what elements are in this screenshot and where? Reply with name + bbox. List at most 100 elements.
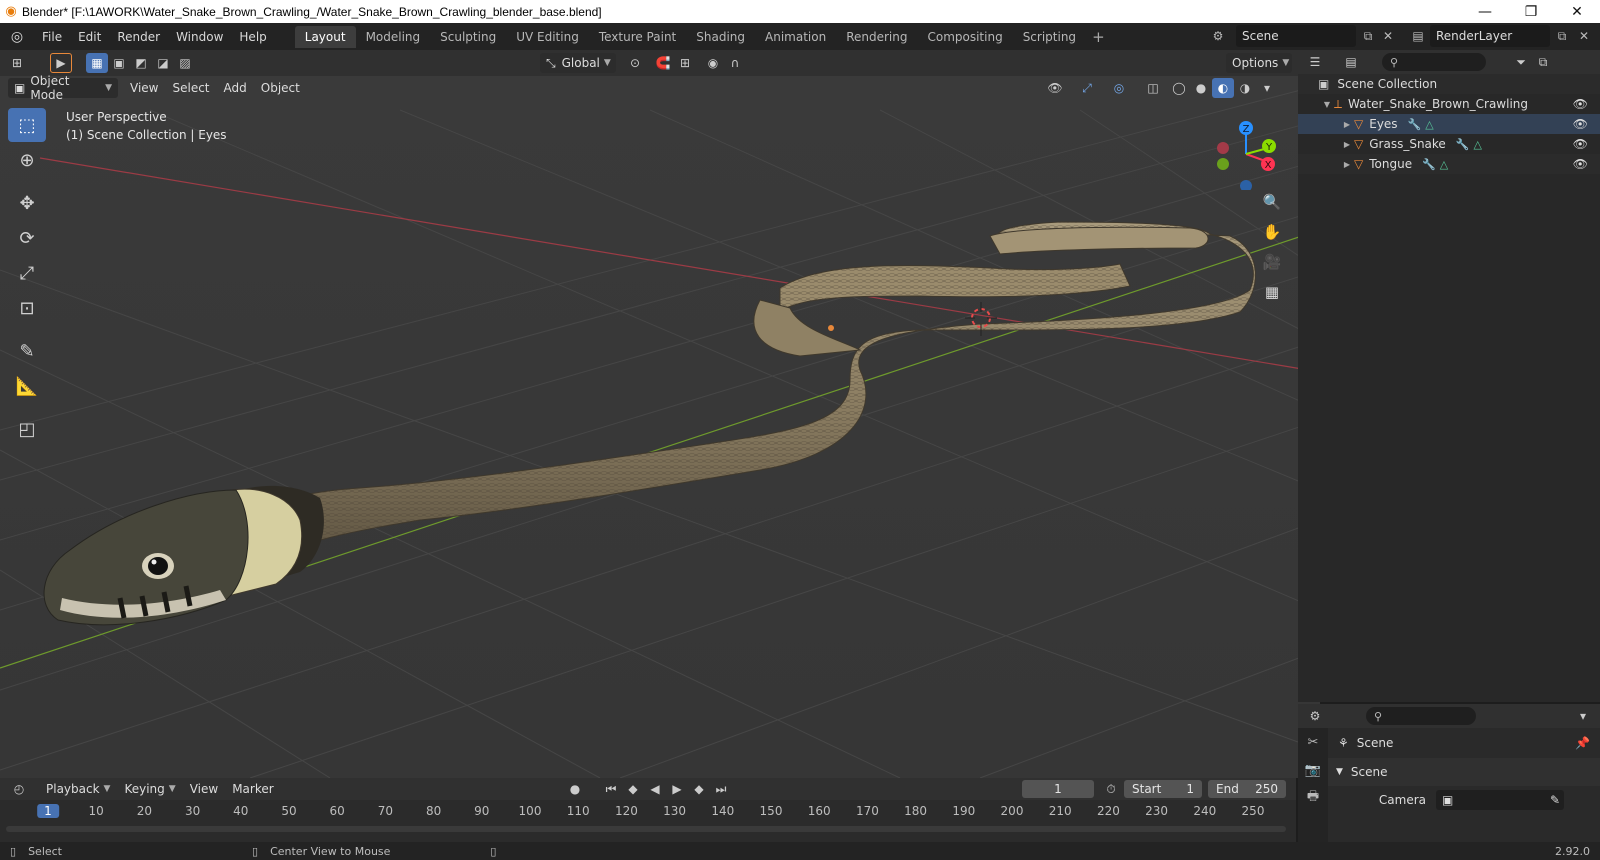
filter-icon[interactable]: ⏷	[1510, 52, 1532, 72]
eyedropper-icon[interactable]: ✎	[1550, 793, 1560, 807]
proportional-falloff-icon[interactable]: ∩	[724, 53, 746, 73]
xray-toggle-icon[interactable]: ◫	[1142, 78, 1164, 98]
menu-view[interactable]: View	[124, 78, 164, 98]
play-icon[interactable]: ▶	[666, 779, 688, 799]
end-frame-field[interactable]: End 250	[1208, 780, 1286, 798]
scale-tool-icon[interactable]: ⤢	[8, 256, 46, 290]
tab-shading[interactable]: Shading	[686, 26, 755, 48]
visibility-icon[interactable]: 👁	[1044, 78, 1066, 98]
eye-icon[interactable]: 👁	[1573, 137, 1588, 151]
select-extend-mode-icon[interactable]: ▣	[108, 53, 130, 73]
view-layer-icon[interactable]: ▤	[1408, 26, 1428, 46]
expand-triangle-icon[interactable]: ▶	[1340, 160, 1354, 169]
tab-animation[interactable]: Animation	[755, 26, 836, 48]
outliner-editor-type-icon[interactable]: ☰	[1304, 52, 1326, 72]
menu-select[interactable]: Select	[166, 78, 215, 98]
play-reverse-icon[interactable]: ◀	[644, 779, 666, 799]
transform-orientation-dropdown[interactable]: ⤡ Global ▼	[540, 53, 616, 73]
tab-sculpting[interactable]: Sculpting	[430, 26, 506, 48]
menu-keying[interactable]: Keying ▼	[118, 779, 181, 799]
maximize-button[interactable]: ❐	[1508, 0, 1554, 23]
delete-scene-icon[interactable]: ✕	[1378, 26, 1398, 46]
move-tool-icon[interactable]: ✥	[8, 186, 46, 220]
select-box-tool-icon[interactable]: ⬚	[8, 108, 46, 142]
menu-edit[interactable]: Edit	[70, 30, 109, 44]
mode-dropdown[interactable]: ▣ Object Mode ▼	[8, 74, 118, 102]
output-tab-icon[interactable]: 🖶	[1298, 784, 1328, 812]
select-invert-mode-icon[interactable]: ◪	[152, 53, 174, 73]
select-tool-icon[interactable]: ▶	[50, 53, 72, 73]
annotate-tool-icon[interactable]: ✎	[8, 334, 46, 368]
zoom-icon[interactable]: 🔍	[1258, 188, 1286, 216]
camera-field[interactable]: ▣ ✎	[1436, 790, 1564, 810]
new-scene-icon[interactable]: ⧉	[1358, 26, 1378, 46]
wireframe-shading-icon[interactable]: ◯	[1168, 78, 1190, 98]
scene-selector[interactable]: Scene	[1236, 25, 1356, 47]
scene-browse-icon[interactable]: ⚙	[1208, 26, 1228, 46]
start-frame-field[interactable]: Start 1	[1124, 780, 1202, 798]
expand-triangle-icon[interactable]: ▶	[1340, 120, 1354, 129]
properties-editor-type-icon[interactable]: ⚙	[1304, 706, 1326, 726]
eye-icon[interactable]: 👁	[1573, 157, 1588, 171]
timeline-editor-type-icon[interactable]: ◴	[8, 779, 30, 799]
jump-end-icon[interactable]: ⏭	[710, 779, 732, 799]
tab-uv-editing[interactable]: UV Editing	[506, 26, 589, 48]
preview-range-icon[interactable]: ⏱	[1100, 779, 1122, 799]
material-preview-shading-icon[interactable]: ◐	[1212, 78, 1234, 98]
camera-view-icon[interactable]: 🎥	[1258, 248, 1286, 276]
menu-object[interactable]: Object	[255, 78, 306, 98]
chevron-down-icon[interactable]: ▾	[1572, 706, 1594, 726]
scene-panel-header[interactable]: ▼ Scene	[1328, 758, 1600, 786]
3d-viewport[interactable]: ⊞ ▶ ▦ ▣ ◩ ◪ ▨ ⤡ Global ▼ ⊙ 🧲 ⊞ ◉ ∩ Optio…	[0, 50, 1320, 778]
snap-target-icon[interactable]: ⊞	[674, 53, 696, 73]
view-layer-selector[interactable]: RenderLayer	[1430, 25, 1550, 47]
eye-icon[interactable]: 👁	[1573, 117, 1588, 131]
modifier-wrench-icon[interactable]: 🔧	[1456, 138, 1470, 151]
select-new-mode-icon[interactable]: ▦	[86, 53, 108, 73]
current-frame-field[interactable]: 1	[1022, 780, 1094, 798]
mesh-data-icon[interactable]: △	[1425, 118, 1433, 131]
tab-layout[interactable]: Layout	[294, 25, 356, 48]
options-dropdown[interactable]: Options ▼	[1226, 53, 1292, 73]
transform-tool-icon[interactable]: ⊡	[8, 291, 46, 325]
menu-render[interactable]: Render	[109, 30, 168, 44]
tab-compositing[interactable]: Compositing	[917, 26, 1012, 48]
editor-type-icon[interactable]: ⊞	[6, 53, 28, 73]
rendered-shading-icon[interactable]: ◑	[1234, 78, 1256, 98]
tab-rendering[interactable]: Rendering	[836, 26, 917, 48]
menu-timeline-view[interactable]: View	[184, 779, 224, 799]
frame-ruler[interactable]: 1 10 20 30 40 50 60 70 80 90 100 110 120 130 140 150 160…	[0, 800, 1296, 822]
menu-marker[interactable]: Marker	[226, 779, 279, 799]
menu-file[interactable]: File	[34, 30, 70, 44]
tree-row-scene-collection[interactable]: ▣ Scene Collection	[1298, 74, 1600, 94]
new-collection-icon[interactable]: ⧉	[1532, 52, 1554, 72]
rotate-tool-icon[interactable]: ⟳	[8, 221, 46, 255]
tab-modeling[interactable]: Modeling	[356, 26, 431, 48]
render-tab-icon[interactable]: 📷	[1298, 756, 1328, 784]
expand-triangle-icon[interactable]: ▶	[1340, 140, 1354, 149]
blender-logo-icon[interactable]: ◎	[0, 29, 34, 45]
outliner-search-input[interactable]: ⚲	[1382, 53, 1486, 71]
measure-tool-icon[interactable]: 📐	[8, 369, 46, 403]
timeline-scrollbar[interactable]	[6, 826, 1286, 832]
snap-toggle-icon[interactable]: 🧲	[652, 53, 674, 73]
jump-start-icon[interactable]: ⏮	[600, 779, 622, 799]
pin-icon[interactable]: 📌	[1575, 736, 1590, 750]
minimize-button[interactable]: —	[1462, 0, 1508, 23]
display-mode-icon[interactable]: ▤	[1340, 52, 1362, 72]
solid-shading-icon[interactable]: ●	[1190, 78, 1212, 98]
new-view-layer-icon[interactable]: ⧉	[1552, 26, 1572, 46]
navigation-gizmo[interactable]: Z Y X	[1210, 110, 1290, 190]
modifier-wrench-icon[interactable]: 🔧	[1408, 118, 1422, 131]
close-button[interactable]: ✕	[1554, 0, 1600, 23]
overlay-toggle-icon[interactable]: ◎	[1108, 78, 1130, 98]
gizmo-toggle-icon[interactable]: ⤢	[1076, 78, 1098, 98]
menu-add[interactable]: Add	[218, 78, 253, 98]
eye-icon[interactable]: 👁	[1573, 97, 1588, 111]
tree-row-grass-snake[interactable]: ▶ ▽ Grass_Snake 🔧 △ 👁	[1298, 134, 1600, 154]
tree-row-eyes[interactable]: ▶ ▽ Eyes 🔧 △ 👁	[1298, 114, 1600, 134]
tree-row-tongue[interactable]: ▶ ▽ Tongue 🔧 △ 👁	[1298, 154, 1600, 174]
tool-settings-tab-icon[interactable]: ✂	[1298, 728, 1328, 756]
modifier-wrench-icon[interactable]: 🔧	[1422, 158, 1436, 171]
mesh-data-icon[interactable]: △	[1440, 158, 1448, 171]
